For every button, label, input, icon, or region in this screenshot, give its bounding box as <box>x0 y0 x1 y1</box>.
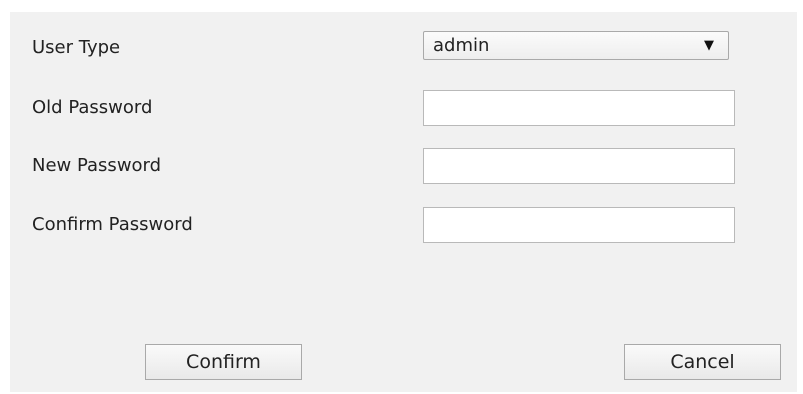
new-password-field[interactable] <box>423 148 735 184</box>
cancel-button[interactable]: Cancel <box>624 344 781 380</box>
user-type-select[interactable]: admin ▼ <box>423 31 729 60</box>
old-password-label: Old Password <box>32 97 153 118</box>
new-password-label: New Password <box>32 155 162 176</box>
confirm-password-label: Confirm Password <box>32 214 193 235</box>
confirm-password-field[interactable] <box>423 207 735 243</box>
password-settings-panel: User Type admin ▼ Old Password New Passw… <box>10 12 797 392</box>
confirm-button[interactable]: Confirm <box>145 344 302 380</box>
user-type-label: User Type <box>32 37 121 58</box>
chevron-down-icon: ▼ <box>704 38 714 53</box>
old-password-field[interactable] <box>423 90 735 126</box>
user-type-selected-value: admin <box>433 35 490 56</box>
